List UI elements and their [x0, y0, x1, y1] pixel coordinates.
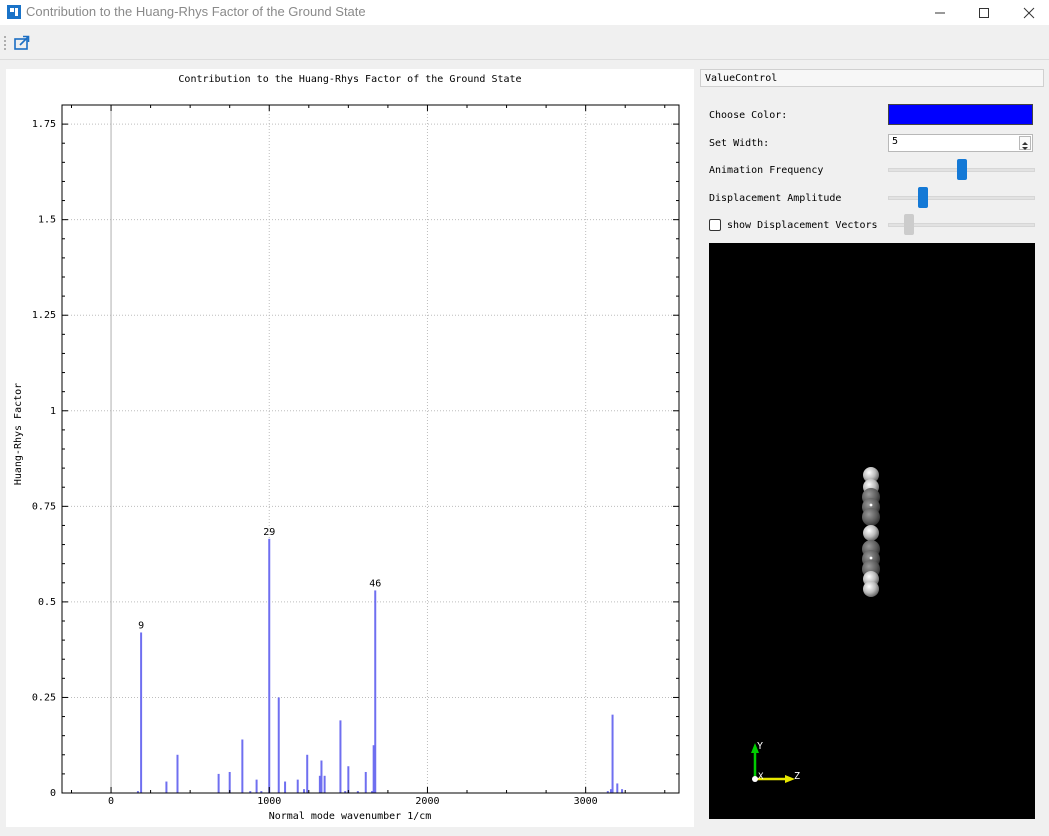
- minimize-icon: [935, 12, 945, 13]
- chart-bar[interactable]: [241, 739, 244, 793]
- animation-frequency-label: Animation Frequency: [709, 165, 824, 176]
- x-axis-label: Normal mode wavenumber 1/cm: [269, 811, 432, 822]
- x-tick-label: 2000: [415, 796, 439, 807]
- chart-bar[interactable]: [228, 771, 231, 793]
- y-tick-label: 0.75: [32, 501, 56, 512]
- vector-scale-handle[interactable]: [904, 214, 914, 235]
- carbon-atom: [862, 508, 880, 526]
- show-vectors-checkbox[interactable]: [709, 219, 721, 231]
- y-tick-label: 0.25: [32, 692, 56, 703]
- huang-rhys-chart[interactable]: Contribution to the Huang-Rhys Factor of…: [6, 69, 694, 827]
- molecule: [862, 467, 880, 597]
- y-tick-label: 1.5: [38, 215, 56, 226]
- chart-bar[interactable]: [277, 697, 280, 793]
- animation-frequency-handle[interactable]: [957, 159, 967, 180]
- molecule-scene[interactable]: Y X Z: [709, 243, 1035, 819]
- set-width-label: Set Width:: [709, 138, 770, 149]
- vector-scale-slider[interactable]: [888, 214, 1035, 236]
- chart-bar[interactable]: [364, 771, 367, 793]
- app-logo-icon: [7, 5, 21, 19]
- close-icon: [1023, 7, 1035, 18]
- y-tick-label: 0.5: [38, 597, 56, 608]
- mode-annotation: 29: [263, 527, 275, 538]
- spin-down-icon[interactable]: [1022, 147, 1028, 150]
- mode-annotation: 9: [138, 620, 144, 631]
- chart-title: Contribution to the Huang-Rhys Factor of…: [178, 74, 521, 85]
- toolbar: [0, 28, 1049, 60]
- y-tick-label: 1.75: [32, 119, 56, 130]
- maximize-icon: [979, 7, 989, 18]
- y-tick-label: 1: [50, 406, 56, 417]
- color-picker-button[interactable]: [888, 104, 1033, 125]
- displacement-amplitude-slider[interactable]: [888, 187, 1035, 209]
- value-control-header[interactable]: ValueControl: [700, 69, 1044, 87]
- chart-bar[interactable]: [303, 789, 306, 793]
- slider-track: [888, 196, 1035, 200]
- animation-frequency-slider[interactable]: [888, 159, 1035, 181]
- displacement-amplitude-handle[interactable]: [918, 187, 928, 208]
- minimize-button[interactable]: [917, 0, 963, 25]
- maximize-button[interactable]: [961, 0, 1007, 25]
- chart-bar[interactable]: [347, 766, 350, 793]
- value-control-panel: ValueControl Choose Color: Set Width: 5 …: [700, 69, 1044, 827]
- choose-color-label: Choose Color:: [709, 110, 788, 121]
- chart-bar[interactable]: [374, 590, 377, 793]
- x-tick-label: 1000: [257, 796, 281, 807]
- x-axis-letter: X: [758, 772, 764, 782]
- chart-bar[interactable]: [616, 783, 619, 793]
- y-tick-label: 1.25: [32, 310, 56, 321]
- chart-bar[interactable]: [323, 775, 326, 793]
- hydrogen-atom: [863, 525, 879, 541]
- x-tick-label: 0: [108, 796, 114, 807]
- plot-frame: [61, 104, 680, 794]
- width-value: 5: [892, 136, 899, 147]
- chart-bar[interactable]: [611, 714, 614, 793]
- toolbar-grip-icon[interactable]: [3, 33, 7, 55]
- export-icon[interactable]: [12, 33, 32, 53]
- chart-bar[interactable]: [320, 760, 323, 793]
- plot-panel: Contribution to the Huang-Rhys Factor of…: [6, 69, 694, 827]
- chart-bar[interactable]: [255, 779, 258, 793]
- chart-bar[interactable]: [268, 538, 271, 793]
- spin-up-icon[interactable]: [1022, 142, 1028, 145]
- y-tick-label: 0: [50, 788, 56, 799]
- chart-bar[interactable]: [339, 720, 342, 793]
- z-axis-letter: Z: [794, 771, 800, 782]
- chart-bar[interactable]: [176, 754, 179, 793]
- axis-triad: Y X Z: [751, 741, 800, 783]
- chart-bar[interactable]: [165, 781, 168, 793]
- chart-bar[interactable]: [621, 789, 624, 793]
- displacement-amplitude-label: Displacement Amplitude: [709, 193, 842, 204]
- show-vectors-label[interactable]: show Displacement Vectors: [727, 220, 878, 231]
- hydrogen-atom: [863, 581, 879, 597]
- chart-bar[interactable]: [296, 779, 299, 793]
- width-spinbox[interactable]: 5: [888, 134, 1033, 152]
- mode-annotation: 46: [369, 578, 381, 589]
- title-bar: Contribution to the Huang-Rhys Factor of…: [0, 0, 1049, 25]
- y-axis-letter: Y: [757, 741, 763, 752]
- chart-bar[interactable]: [140, 632, 143, 793]
- x-tick-label: 3000: [574, 796, 598, 807]
- spin-arrows[interactable]: [1019, 136, 1031, 150]
- molecule-viewer[interactable]: Y X Z: [709, 243, 1035, 819]
- close-button[interactable]: [1006, 0, 1049, 25]
- chart-bar[interactable]: [306, 754, 309, 793]
- chart-bar[interactable]: [284, 781, 287, 793]
- window-title: Contribution to the Huang-Rhys Factor of…: [26, 4, 366, 19]
- chart-bar[interactable]: [217, 773, 220, 793]
- y-axis-label: Huang-Rhys Factor: [13, 383, 24, 485]
